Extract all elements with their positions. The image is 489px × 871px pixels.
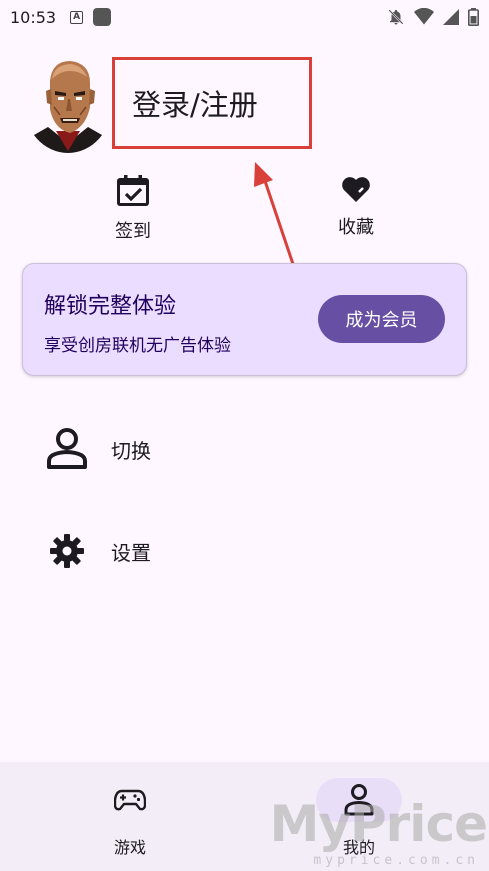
nav-tab-games[interactable]: 游戏 (70, 778, 190, 858)
status-icons (387, 8, 479, 26)
menu-item-settings[interactable]: 设置 (0, 521, 489, 581)
wifi-icon (414, 8, 434, 25)
login-register-label: 登录/注册 (132, 88, 258, 122)
nav-tab-games-indicator (87, 778, 173, 822)
check-in-label: 签到 (115, 221, 151, 242)
heart-icon (342, 177, 370, 202)
membership-subtitle: 享受创房联机无广告体验 (44, 336, 231, 356)
membership-card: 解锁完整体验 享受创房联机无广告体验 成为会员 (22, 263, 467, 376)
signal-icon (443, 9, 459, 25)
battery-icon (468, 8, 479, 26)
menu-item-switch[interactable]: 切换 (0, 419, 489, 479)
become-member-button[interactable]: 成为会员 (318, 295, 445, 343)
membership-title: 解锁完整体验 (44, 294, 177, 319)
bell-off-icon (388, 9, 404, 25)
watermark-logo: MyPrice (269, 795, 488, 853)
annotation-arrow-icon (254, 162, 295, 265)
login-register-button[interactable]: 登录/注册 (112, 57, 312, 149)
watermark-domain: myprice.com.cn (313, 853, 479, 868)
menu-item-switch-label: 切换 (111, 438, 151, 463)
nav-tab-games-label: 游戏 (113, 838, 146, 857)
person-icon (44, 426, 90, 472)
gamepad-icon (114, 789, 146, 811)
gear-icon (44, 528, 90, 574)
notification-a-icon: A (70, 10, 84, 24)
status-time: 10:53 (10, 7, 57, 27)
calendar-check-icon (117, 175, 149, 206)
menu-item-settings-label: 设置 (111, 540, 151, 565)
favorites-button[interactable]: 收藏 (306, 175, 406, 239)
notification-app-icon (93, 8, 112, 26)
avatar[interactable] (24, 55, 112, 153)
favorites-label: 收藏 (338, 217, 374, 238)
avatar-image (24, 55, 112, 153)
status-bar: 10:53 A (0, 0, 489, 34)
check-in-button[interactable]: 签到 (83, 175, 183, 243)
